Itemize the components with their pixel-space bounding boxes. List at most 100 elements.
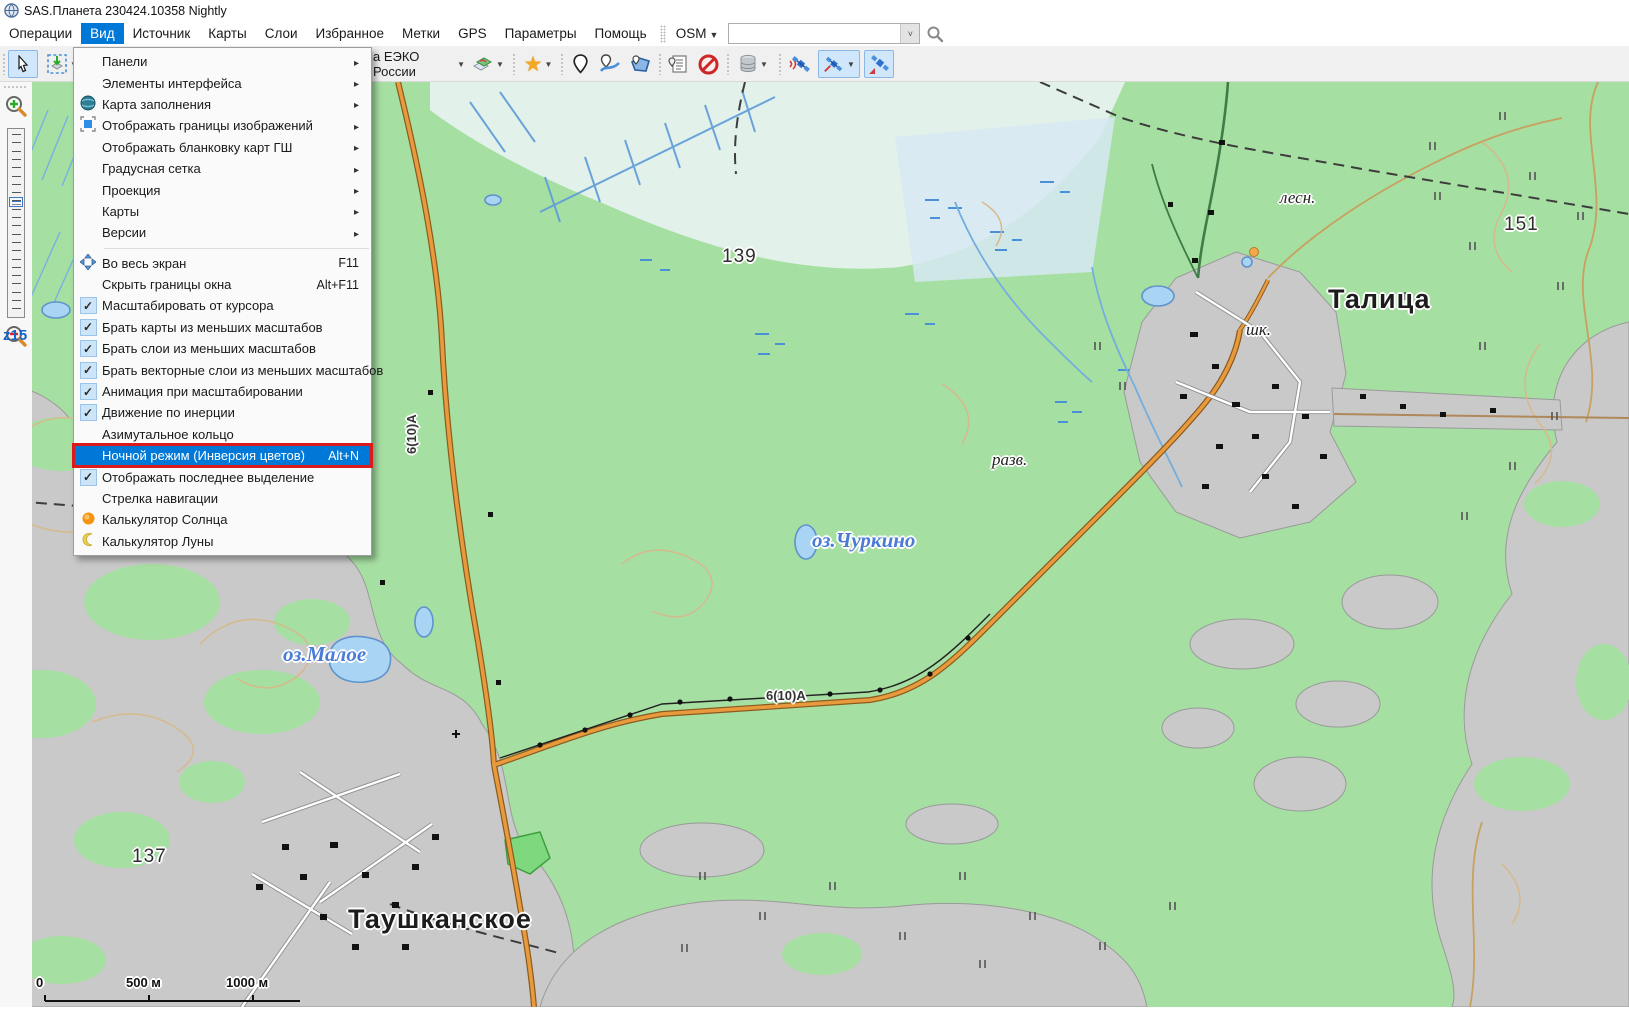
view-menu-item-2[interactable]: Карта заполнения▸ — [74, 94, 371, 115]
gps-satellite-signal-icon — [787, 53, 811, 75]
checkmark-icon: ✓ — [80, 469, 97, 486]
gps-satellite-icon — [823, 53, 845, 75]
gps-track-button[interactable] — [864, 50, 894, 78]
view-menu-item-3[interactable]: Отображать границы изображений▸ — [74, 115, 371, 136]
search-input[interactable] — [729, 24, 900, 43]
view-menu-item-21[interactable]: Стрелка навигации — [74, 488, 371, 509]
zoom-tick — [12, 142, 21, 143]
menubar-item-операции[interactable]: Операции — [0, 23, 81, 44]
view-menu-item-13[interactable]: ✓Брать карты из меньших масштабов — [74, 317, 371, 338]
view-menu-item-12[interactable]: ✓ Масштабировать от курсора — [74, 295, 371, 316]
menu-item-label: Градусная сетка — [102, 161, 354, 176]
zoom-tick — [12, 267, 21, 268]
favorites-button[interactable]: ★ ▼ — [518, 50, 558, 78]
view-menu-item-6[interactable]: Проекция▸ — [74, 179, 371, 200]
menu-item-label: Проекция — [102, 183, 354, 198]
placemark-manager-button[interactable] — [664, 50, 692, 78]
view-menu-item-22[interactable]: Калькулятор Солнца — [74, 509, 371, 530]
menu-item-label: Калькулятор Солнца — [102, 512, 359, 527]
menubar-item-gps[interactable]: GPS — [449, 23, 496, 44]
view-menu-item-19[interactable]: Ночной режим (Инверсия цветов)Alt+N — [74, 445, 371, 466]
selection-download-icon — [46, 53, 68, 75]
search-combobox[interactable]: ˅ — [728, 23, 920, 44]
checkmark-icon: ✓ — [80, 362, 97, 379]
add-path-button[interactable] — [596, 50, 624, 78]
zoom-slider-handle[interactable] — [9, 197, 23, 207]
menubar-item-параметры[interactable]: Параметры — [496, 23, 586, 44]
menu-item-label: Ночной режим (Инверсия цветов) — [102, 448, 328, 463]
zoom-tick — [12, 300, 21, 301]
zoom-tick — [12, 242, 21, 243]
view-menu-item-4[interactable]: Отображать бланковку карт ГШ▸ — [74, 137, 371, 158]
add-placemark-button[interactable] — [566, 50, 594, 78]
image-borders-icon — [80, 116, 96, 135]
view-menu-item-7[interactable]: Карты▸ — [74, 201, 371, 222]
fullscreen-icon — [80, 254, 96, 273]
dock-grip[interactable] — [3, 85, 27, 90]
gps-options-button[interactable]: ▼ — [818, 50, 860, 78]
osm-menu-button[interactable]: OSM▼ — [670, 23, 725, 44]
view-menu-item-1[interactable]: Элементы интерфейса▸ — [74, 72, 371, 93]
menu-bar: ОперацииВидИсточникКартыСлоиИзбранноеМет… — [0, 21, 1629, 46]
layers-icon — [472, 54, 494, 74]
cache-storage-button[interactable]: ▼ — [732, 50, 774, 78]
layers-button[interactable]: ▼ — [468, 50, 508, 78]
zoom-tick — [12, 275, 21, 276]
zoom-tick — [12, 176, 21, 177]
chevron-down-icon: ▼ — [709, 30, 718, 40]
add-polygon-button[interactable] — [626, 50, 654, 78]
view-menu-item-20[interactable]: ✓Отображать последнее выделение — [74, 466, 371, 487]
zoom-tick — [12, 283, 21, 284]
search-icon[interactable] — [926, 25, 944, 43]
menu-separator — [104, 248, 369, 249]
menubar-item-вид[interactable]: Вид — [81, 23, 123, 44]
view-menu-item-5[interactable]: Градусная сетка▸ — [74, 158, 371, 179]
menu-item-label: Брать слои из меньших масштабов — [102, 341, 359, 356]
zoom-tick — [12, 225, 21, 226]
chevron-down-icon: ▼ — [847, 60, 855, 69]
view-menu-item-17[interactable]: ✓Движение по инерции — [74, 402, 371, 423]
menu-item-label: Анимация при масштабировании — [102, 384, 359, 399]
checkmark-icon: ✓ — [80, 297, 97, 314]
view-menu-item-10[interactable]: Во весь экранF11 — [74, 253, 371, 274]
view-menu-item-0[interactable]: Панели▸ — [74, 51, 371, 72]
toolbar-grip — [512, 53, 516, 75]
zoom-in-icon[interactable] — [4, 94, 28, 118]
menubar-item-помощь[interactable]: Помощь — [586, 23, 656, 44]
placemark-icon — [572, 54, 589, 74]
menu-item-label: Во весь экран — [102, 256, 338, 271]
zoom-tick — [12, 209, 21, 210]
zoom-tick — [12, 200, 21, 201]
menu-item-label: Масштабировать от курсора — [102, 298, 359, 313]
view-menu-item-14[interactable]: ✓ Брать слои из меньших масштабов — [74, 338, 371, 359]
gps-connect-button[interactable] — [784, 50, 814, 78]
toolbar-grip — [726, 53, 730, 75]
combobox-dropdown-button[interactable]: ˅ — [900, 24, 919, 43]
menu-item-label: Брать векторные слои из меньших масштабо… — [102, 363, 383, 378]
view-menu-item-11[interactable]: Скрыть границы окнаAlt+F11 — [74, 274, 371, 295]
cursor-arrow-icon — [14, 55, 32, 73]
map-source-button[interactable]: а ЕЭКО России ▼ — [372, 50, 466, 78]
zoom-slider[interactable] — [7, 128, 25, 318]
view-menu-item-23[interactable]: Калькулятор Луны — [74, 531, 371, 552]
menubar-item-слои[interactable]: Слои — [256, 23, 307, 44]
menubar-item-метки[interactable]: Метки — [393, 23, 449, 44]
zoom-tick — [12, 250, 21, 251]
view-menu-item-8[interactable]: Версии▸ — [74, 222, 371, 243]
checkmark-icon: ✓ — [80, 340, 97, 357]
view-menu-item-15[interactable]: ✓Брать векторные слои из меньших масштаб… — [74, 359, 371, 380]
menubar-item-источник[interactable]: Источник — [124, 23, 200, 44]
cursor-tool-button[interactable] — [8, 50, 38, 78]
view-menu-item-16[interactable]: ✓Анимация при масштабировании — [74, 381, 371, 402]
menubar-item-карты[interactable]: Карты — [199, 23, 255, 44]
view-menu-item-18[interactable]: Азимутальное кольцо — [74, 424, 371, 445]
menu-item-label: Карты — [102, 204, 354, 219]
zoom-tick — [12, 259, 21, 260]
submenu-arrow-icon: ▸ — [354, 122, 359, 133]
menubar-item-избранное[interactable]: Избранное — [307, 23, 393, 44]
submenu-arrow-icon: ▸ — [354, 229, 359, 240]
submenu-arrow-icon: ▸ — [354, 100, 359, 111]
menu-item-label: Элементы интерфейса — [102, 76, 354, 91]
database-icon — [738, 54, 758, 74]
hide-marks-button[interactable] — [694, 50, 722, 78]
